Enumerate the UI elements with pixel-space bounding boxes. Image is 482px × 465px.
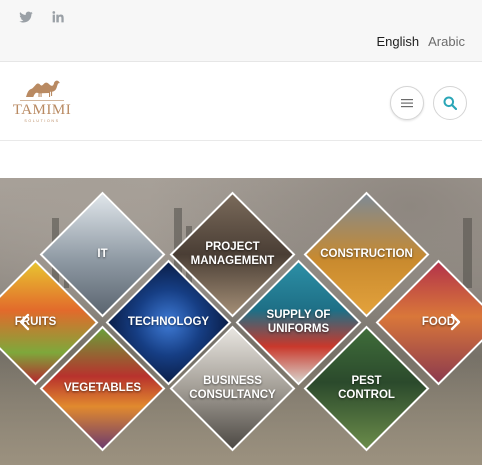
logo[interactable]: TAMIMI SOLUTIONS <box>10 76 74 128</box>
logo-subtitle: SOLUTIONS <box>24 119 60 123</box>
top-bar: English Arabic <box>0 0 482 62</box>
service-label-it: IT <box>97 247 108 260</box>
menu-button[interactable] <box>390 86 424 120</box>
twitter-icon[interactable] <box>18 9 34 25</box>
service-label-food: FOOD <box>421 315 456 328</box>
chevron-left-icon[interactable] <box>18 313 32 331</box>
search-icon <box>443 96 457 110</box>
language-switcher: English Arabic <box>377 34 466 49</box>
service-label-technology: TECHNOLOGY <box>127 315 210 328</box>
social-links <box>18 9 66 25</box>
skyline-tower <box>463 218 472 288</box>
language-arabic[interactable]: Arabic <box>428 34 465 49</box>
language-english[interactable]: English <box>377 34 420 49</box>
hamburger-menu-icon <box>401 99 413 108</box>
site-header: TAMIMI SOLUTIONS <box>0 62 482 141</box>
chevron-right-icon[interactable] <box>448 313 462 331</box>
service-label-construction: CONSTRUCTION <box>320 247 413 260</box>
service-label-business-consultancy: BUSINESS CONSULTANCY <box>189 375 276 401</box>
services-hero: IT PROJECT MANAGEMENT CONSTRUCTION FRUIT… <box>0 178 482 465</box>
service-label-fruits: FRUITS <box>14 315 57 328</box>
camel-icon <box>20 80 64 101</box>
search-button[interactable] <box>433 86 467 120</box>
logo-wordmark: TAMIMI <box>12 102 72 118</box>
service-label-project-management: PROJECT MANAGEMENT <box>190 241 275 267</box>
service-label-uniforms: SUPPLY OF UNIFORMS <box>266 309 331 335</box>
service-label-vegetables: VEGETABLES <box>63 381 142 394</box>
linkedin-icon[interactable] <box>50 9 66 25</box>
service-label-pest-control: PEST CONTROL <box>338 375 395 401</box>
